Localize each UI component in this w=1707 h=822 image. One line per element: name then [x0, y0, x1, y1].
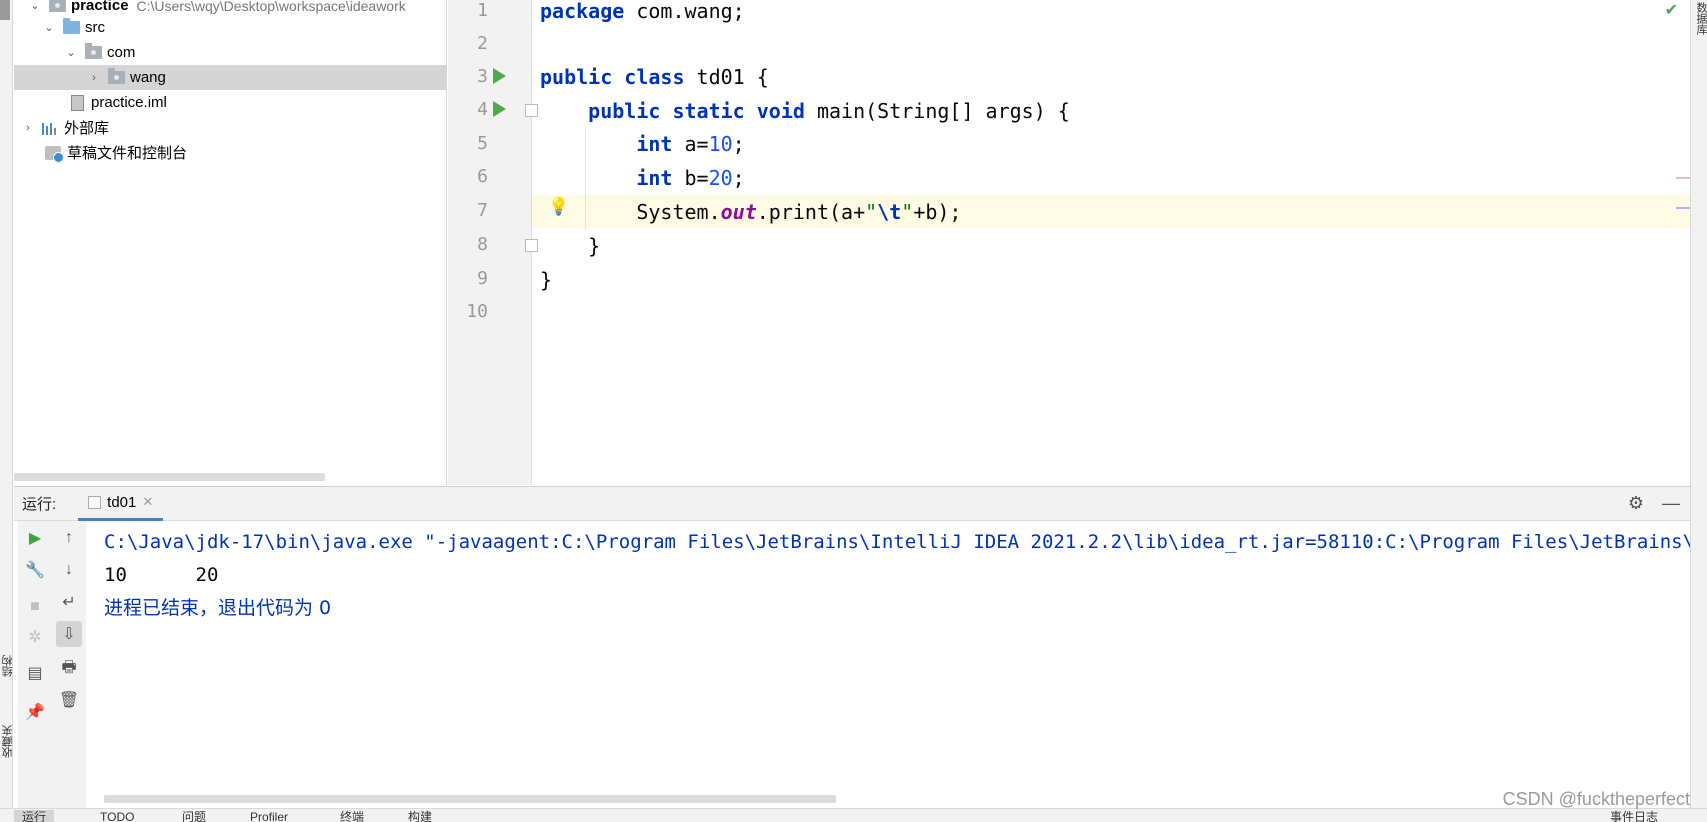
console-program-output: 10 20: [104, 564, 219, 586]
source-folder-icon: [62, 18, 80, 36]
status-tab-todo[interactable]: TODO: [100, 810, 134, 822]
run-toolbar-primary: ▶ 🔧 ■ ✲ ▤ 📌: [18, 521, 52, 809]
stop-icon[interactable]: ■: [22, 594, 48, 620]
trash-icon[interactable]: 🗑: [56, 687, 82, 713]
close-icon[interactable]: ✕: [142, 494, 153, 510]
layout-icon[interactable]: ▤: [22, 660, 48, 686]
minimize-icon[interactable]: —: [1662, 493, 1680, 514]
status-tab-run[interactable]: 运行: [14, 810, 55, 822]
soft-wrap-icon[interactable]: ↵: [56, 589, 82, 615]
project-tool-button[interactable]: [0, 0, 10, 20]
pin-icon[interactable]: 📌: [22, 699, 48, 725]
debug-icon[interactable]: ✲: [22, 624, 48, 650]
package-folder-icon: [107, 68, 125, 86]
favorites-tool-label[interactable]: 收藏夹: [0, 725, 14, 758]
structure-tool-label[interactable]: 结构: [0, 655, 14, 677]
code-line-9: }: [540, 268, 553, 292]
chevron-down-icon[interactable]: ⌄: [42, 21, 56, 35]
tree-item-scratches[interactable]: 草稿文件和控制台: [14, 140, 447, 165]
tree-item-label: com: [107, 44, 136, 61]
scroll-to-end-icon[interactable]: ⇩: [56, 621, 82, 647]
scratch-icon: [44, 145, 64, 163]
status-tab-problems[interactable]: 问题: [182, 810, 206, 822]
down-arrow-icon[interactable]: ↓: [56, 557, 82, 583]
run-tab-td01[interactable]: td01 ✕: [78, 487, 164, 521]
line-number: 4: [477, 99, 488, 120]
run-toolbar-secondary: ↑ ↓ ↵ ⇩ 🖶 🗑: [52, 521, 86, 809]
bottom-tool-bar: 运行 TODO 问题 Profiler 终端 构建 事件日志: [0, 808, 1707, 822]
editor-gutter: 1 2 3 4 5 6 7 8 9 10: [448, 0, 538, 485]
project-tree: ⌄ practice C:\Users\wqy\Desktop\workspac…: [14, 0, 447, 485]
status-tab-terminal[interactable]: 终端: [340, 810, 364, 822]
line-number: 5: [477, 133, 488, 154]
code-line-4: public static void main(String[] args) {: [588, 99, 1070, 123]
status-tab-profiler[interactable]: Profiler: [250, 810, 288, 822]
chevron-right-icon[interactable]: ›: [87, 71, 101, 85]
code-line-1: package com.wang;: [540, 0, 745, 23]
right-tool-strip: 数据库: [1690, 0, 1707, 808]
code-editor[interactable]: 1 2 3 4 5 6 7 8 9 10 💡 package com.wang;…: [448, 0, 1690, 485]
package-folder-icon: [84, 43, 102, 61]
run-tool-window: 运行: td01 ✕ ⚙ — ▶ 🔧 ■ ✲ ▤ 📌 ↑ ↓ ↵ ⇩ 🖶 🗑 C…: [14, 486, 1690, 809]
tree-horizontal-scrollbar[interactable]: [14, 473, 325, 481]
console-exit-message: 进程已结束，退出代码为 0: [104, 597, 332, 619]
fold-icon[interactable]: [525, 239, 538, 252]
gear-icon[interactable]: ⚙: [1628, 493, 1644, 514]
tree-item-external-libraries[interactable]: › 外部库: [14, 115, 447, 140]
tree-item-label: 草稿文件和控制台: [67, 145, 188, 162]
tree-item-label: src: [85, 19, 105, 36]
inspection-ok-icon[interactable]: ✔: [1665, 0, 1678, 20]
status-tab-build[interactable]: 构建: [408, 810, 432, 822]
error-stripe-marker[interactable]: [1676, 207, 1690, 209]
code-line-3: public class td01 {: [540, 65, 769, 89]
line-number: 10: [466, 301, 488, 322]
line-number: 9: [477, 268, 488, 289]
chevron-down-icon[interactable]: ⌄: [64, 46, 78, 60]
run-class-icon[interactable]: [493, 68, 506, 84]
run-main-icon[interactable]: [493, 101, 506, 117]
module-folder-icon: [48, 0, 66, 14]
code-line-7: System.out.print(a+"\t"+b);: [540, 200, 962, 224]
run-window-header: 运行: td01 ✕ ⚙ —: [14, 487, 1690, 521]
line-number: 7: [477, 200, 488, 221]
line-number: 1: [477, 0, 488, 21]
tree-item-practice-iml[interactable]: practice.iml: [14, 90, 447, 115]
chevron-right-icon[interactable]: ›: [21, 121, 35, 135]
tree-item-wang[interactable]: › wang: [14, 65, 447, 90]
tree-item-label: practice.iml: [91, 94, 167, 111]
console-icon: [88, 495, 102, 509]
tree-item-com[interactable]: ⌄ com: [14, 40, 447, 65]
module-file-icon: [68, 94, 86, 111]
tree-item-label: wang: [130, 69, 166, 86]
line-number: 3: [477, 66, 488, 87]
line-number: 8: [477, 234, 488, 255]
run-window-label: 运行:: [22, 496, 57, 513]
line-number: 2: [477, 33, 488, 54]
status-tab-event-log[interactable]: 事件日志: [1610, 810, 1658, 822]
wrench-icon[interactable]: 🔧: [22, 557, 48, 583]
code-line-5: int a=10;: [636, 132, 745, 156]
console-command-line: C:\Java\jdk-17\bin\java.exe "-javaagent:…: [104, 531, 1690, 553]
code-line-6: int b=20;: [636, 166, 745, 190]
left-tool-strip: 结构 收藏夹: [0, 0, 14, 808]
console-output[interactable]: C:\Java\jdk-17\bin\java.exe "-javaagent:…: [104, 521, 1690, 809]
print-icon[interactable]: 🖶: [56, 656, 82, 682]
chevron-down-icon[interactable]: ⌄: [28, 0, 42, 13]
console-horizontal-scrollbar[interactable]: [104, 795, 836, 803]
database-tool-label[interactable]: 数据库: [1693, 2, 1707, 35]
run-tab-label: td01: [107, 493, 137, 511]
up-arrow-icon[interactable]: ↑: [56, 525, 82, 551]
tree-item-src[interactable]: ⌄ src: [14, 15, 447, 40]
tree-item-label: 外部库: [64, 120, 110, 137]
fold-icon[interactable]: [525, 104, 538, 117]
tree-root-path: C:\Users\wqy\Desktop\workspace\ideawork: [136, 0, 406, 14]
watermark: CSDN @fucktheperfect: [1502, 789, 1690, 809]
tree-root-name: practice: [71, 0, 129, 14]
line-number: 6: [477, 166, 488, 187]
library-icon: [41, 120, 59, 136]
rerun-icon[interactable]: ▶: [22, 525, 48, 551]
code-line-8: }: [540, 234, 601, 258]
error-stripe-marker[interactable]: [1676, 177, 1690, 179]
